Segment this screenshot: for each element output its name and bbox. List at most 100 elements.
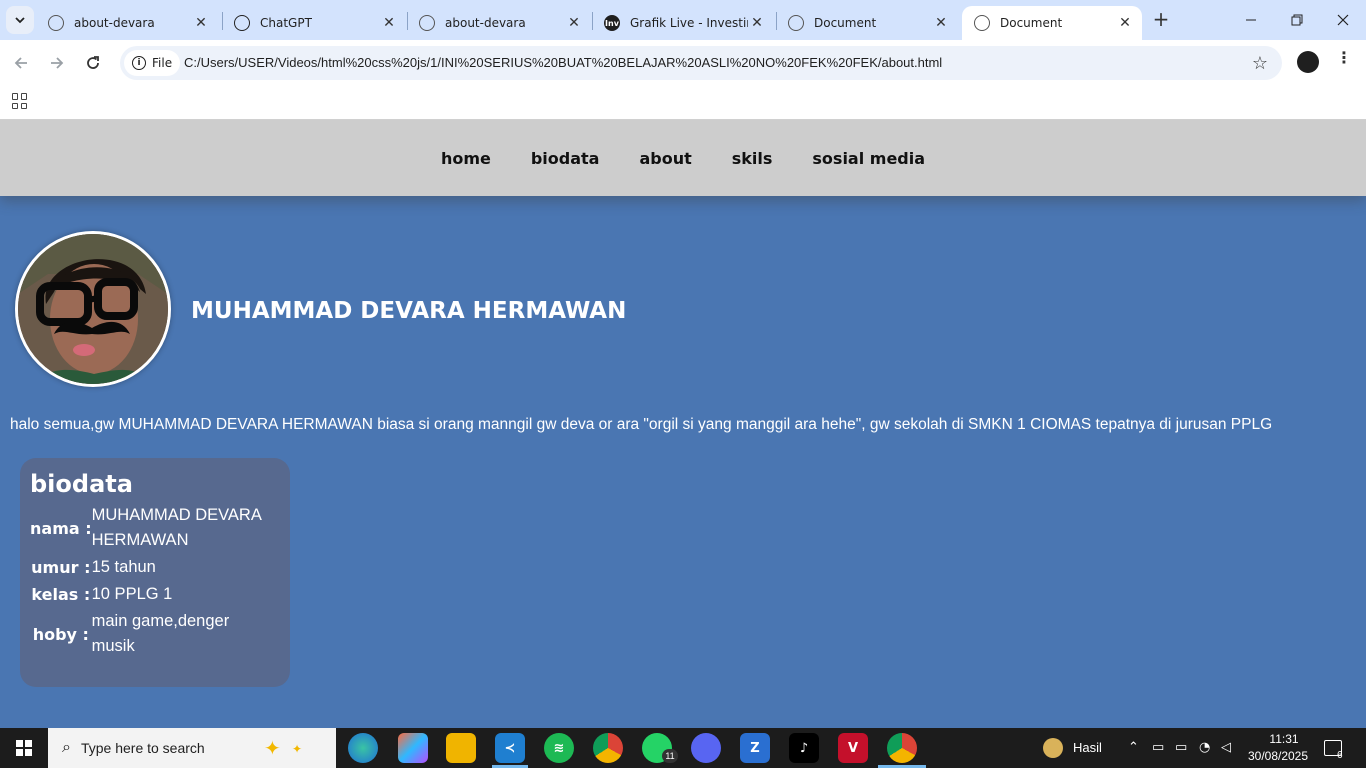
close-icon[interactable]: ✕ — [932, 14, 950, 32]
apps-grid-icon[interactable] — [12, 93, 28, 109]
menu-dots-icon[interactable]: ⋮ — [1336, 50, 1352, 66]
intro-paragraph: halo semua,gw MUHAMMAD DEVARA HERMAWAN b… — [10, 416, 1273, 433]
nav-link-biodata[interactable]: biodata — [531, 149, 600, 168]
profile-avatar-icon[interactable] — [1297, 51, 1319, 73]
biodata-card: biodata nama : MUHAMMAD DEVARA HERMAWAN … — [20, 458, 290, 687]
profile-photo-image — [18, 234, 168, 384]
bookmarks-bar — [0, 86, 1366, 120]
tab-chatgpt[interactable]: ChatGPT ✕ — [222, 6, 406, 40]
close-icon[interactable]: ✕ — [748, 14, 766, 32]
biodata-row: nama : MUHAMMAD DEVARA HERMAWAN — [30, 502, 272, 554]
site-chip-label: File — [152, 56, 173, 70]
windows-taskbar: ⌕ Type here to search ✦ ✦ ≺ ≋ 11 Z ♪ V H… — [0, 728, 1366, 768]
meet-now-icon[interactable]: ▭ — [1152, 740, 1164, 755]
volume-icon[interactable]: ◁ — [1221, 740, 1231, 755]
valorant-icon[interactable]: V — [838, 733, 868, 763]
close-icon[interactable]: ✕ — [565, 14, 583, 32]
new-tab-button[interactable]: + — [1150, 7, 1172, 31]
nav-link-home[interactable]: home — [441, 149, 491, 168]
biodata-key: nama : — [30, 518, 92, 538]
tab-grafik-live[interactable]: Inv Grafik Live - Investing ✕ — [592, 6, 774, 40]
tab-title: about-devara — [445, 16, 526, 30]
close-icon[interactable]: ✕ — [1116, 14, 1134, 32]
profile-photo — [15, 231, 171, 387]
chevron-down-icon — [15, 17, 25, 24]
page-content: home biodata about skils sosial media MU… — [0, 120, 1366, 728]
close-icon[interactable]: ✕ — [192, 14, 210, 32]
tab-search-button[interactable] — [6, 6, 34, 34]
browser-toolbar: i File C:/Users/USER/Videos/html%20css%2… — [0, 40, 1366, 86]
address-bar[interactable]: i File C:/Users/USER/Videos/html%20css%2… — [120, 46, 1282, 80]
bookmark-star-icon[interactable]: ☆ — [1252, 53, 1268, 74]
tab-title: ChatGPT — [260, 16, 312, 30]
tab-document-1[interactable]: Document ✕ — [776, 6, 958, 40]
tab-title: Grafik Live - Investing — [630, 16, 748, 30]
weather-icon[interactable] — [1043, 738, 1063, 758]
close-icon — [1337, 14, 1349, 26]
biodata-value: MUHAMMAD DEVARA HERMAWAN — [91, 506, 261, 549]
clock-date[interactable]: 30/08/2025 — [1247, 749, 1309, 763]
site-navbar: home biodata about skils sosial media — [0, 120, 1366, 196]
biodata-heading: biodata — [30, 470, 133, 498]
tab-title: Document — [1000, 16, 1063, 30]
start-button[interactable] — [0, 728, 48, 768]
minimize-button[interactable] — [1228, 0, 1274, 40]
chrome-icon[interactable] — [593, 733, 623, 763]
copilot-icon[interactable] — [398, 733, 428, 763]
biodata-row: umur : 15 tahun — [30, 554, 272, 581]
info-icon: i — [132, 56, 146, 70]
taskbar-search-box[interactable]: ⌕ Type here to search ✦ ✦ — [48, 728, 336, 768]
search-icon: ⌕ — [62, 739, 71, 756]
tab-about-devara-1[interactable]: about-devara ✕ — [36, 6, 218, 40]
chrome-active-icon[interactable] — [887, 733, 917, 763]
back-button[interactable] — [8, 50, 34, 76]
sparkle-icon: ✦ — [292, 742, 303, 756]
globe-icon — [974, 15, 990, 31]
url-text[interactable]: C:/Users/USER/Videos/html%20css%20js/1/I… — [184, 55, 942, 70]
wifi-icon[interactable]: ◔ — [1199, 740, 1210, 755]
tab-about-devara-2[interactable]: about-devara ✕ — [407, 6, 591, 40]
arrow-left-icon — [14, 57, 27, 69]
edge-icon[interactable] — [348, 733, 378, 763]
forward-button[interactable] — [44, 50, 70, 76]
tab-document-active[interactable]: Document ✕ — [962, 6, 1142, 40]
windows-logo-icon — [16, 740, 32, 756]
biodata-row: hoby : main game,denger musik — [30, 608, 272, 660]
biodata-table: nama : MUHAMMAD DEVARA HERMAWAN umur : 1… — [30, 502, 272, 660]
copilot-sparkle-icon: ✦ — [264, 738, 281, 760]
file-explorer-icon[interactable] — [446, 733, 476, 763]
biodata-row: kelas : 10 PPLG 1 — [30, 581, 272, 608]
clock-time[interactable]: 11:31 — [1262, 732, 1306, 746]
restore-button[interactable] — [1274, 0, 1320, 40]
weather-label[interactable]: Hasil — [1073, 740, 1102, 755]
biodata-key: kelas : — [31, 585, 91, 604]
search-placeholder: Type here to search — [80, 740, 205, 756]
spotify-icon[interactable]: ≋ — [544, 733, 574, 763]
reload-button[interactable] — [80, 50, 106, 76]
biodata-key: hoby : — [32, 624, 89, 644]
biodata-value: 15 tahun — [91, 558, 156, 576]
vscode-icon[interactable]: ≺ — [495, 733, 525, 763]
tab-title: about-devara — [74, 16, 155, 30]
zoom-icon[interactable]: Z — [740, 733, 770, 763]
investing-icon: Inv — [604, 15, 620, 31]
nav-link-about[interactable]: about — [639, 149, 691, 168]
globe-icon — [419, 15, 435, 31]
reload-icon — [87, 56, 99, 69]
whatsapp-badge: 11 — [662, 749, 678, 763]
biodata-value: 10 PPLG 1 — [91, 585, 173, 603]
restore-icon — [1291, 14, 1303, 26]
site-info-chip[interactable]: i File — [124, 50, 181, 76]
nav-link-sosial-media[interactable]: sosial media — [812, 149, 925, 168]
close-icon[interactable]: ✕ — [380, 14, 398, 32]
tab-title: Document — [814, 16, 877, 30]
chevron-up-icon[interactable]: ⌃ — [1128, 740, 1139, 755]
profile-name-heading: MUHAMMAD DEVARA HERMAWAN — [191, 298, 627, 324]
biodata-key: umur : — [31, 558, 91, 577]
discord-icon[interactable] — [691, 733, 721, 763]
nav-link-skils[interactable]: skils — [732, 149, 773, 168]
tab-strip: about-devara ✕ ChatGPT ✕ about-devara ✕ … — [0, 0, 1366, 40]
tiktok-icon[interactable]: ♪ — [789, 733, 819, 763]
close-window-button[interactable] — [1320, 0, 1366, 40]
battery-icon[interactable]: ▭ — [1175, 740, 1187, 755]
